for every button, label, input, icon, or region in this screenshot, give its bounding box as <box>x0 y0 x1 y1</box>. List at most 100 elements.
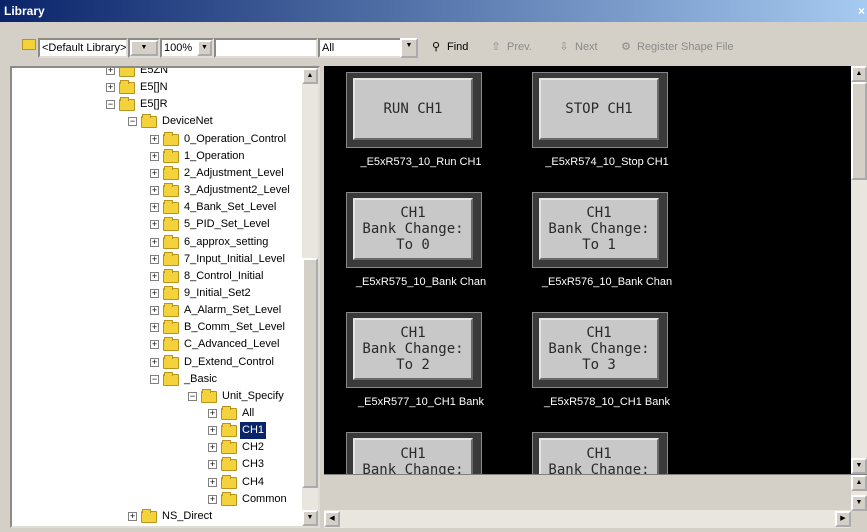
shape-caption: _E5xR575_10_Bank Chan <box>355 276 487 288</box>
tree-scroll-thumb[interactable] <box>302 258 318 488</box>
tree-node-label: 7_Input_Initial_Level <box>184 252 285 265</box>
expand-icon[interactable]: + <box>208 494 217 504</box>
details-vertical-scrollbar[interactable]: ▲ ▼ <box>851 475 867 511</box>
shape-preview-pane: RUN CH1 _E5xR573_10_Run CH1 STOP CH1 _E5xR5… <box>324 66 867 474</box>
folder-icon <box>221 474 237 489</box>
collapse-icon[interactable]: − <box>128 117 137 127</box>
shape-button-preview[interactable]: CH1 Bank Change: To 3 <box>539 318 659 380</box>
shape-button-preview[interactable]: CH1 Bank Change: <box>539 438 659 474</box>
expand-icon[interactable]: + <box>150 134 159 144</box>
shape-caption: _E5xR574_10_Stop CH1 <box>545 156 669 168</box>
shape-button-preview[interactable]: RUN CH1 <box>353 78 473 140</box>
register-icon: ⚙ <box>621 41 631 53</box>
chevron-down-icon: ▼ <box>400 38 418 58</box>
folder-icon <box>163 337 179 352</box>
shape-button-preview[interactable]: CH1 Bank Change: <box>353 438 473 474</box>
folder-icon <box>163 285 179 300</box>
preview-scroll-thumb[interactable] <box>851 82 867 180</box>
shape-button-preview[interactable]: CH1 Bank Change: To 1 <box>539 198 659 260</box>
collapse-icon[interactable]: − <box>150 374 159 384</box>
scroll-down-icon[interactable]: ▼ <box>302 510 318 526</box>
tree-node-label: E5ZN <box>140 66 169 76</box>
tree-node-label: CH4 <box>242 475 265 488</box>
library-tree[interactable]: + E5ZN + E5[]N − E5[]R − DeviceNet +0_Operation_… <box>10 66 320 528</box>
expand-icon[interactable]: + <box>208 477 217 487</box>
register-shape-file-button[interactable]: ⚙ Register Shape File <box>618 38 734 56</box>
tree-node-label: 1_Operation <box>184 149 245 162</box>
zoom-select[interactable]: 100% ▼ <box>160 38 214 58</box>
tree-vertical-scrollbar[interactable]: ▲ ▼ <box>302 68 318 526</box>
expand-icon[interactable]: + <box>150 220 159 230</box>
expand-icon[interactable]: + <box>150 340 159 350</box>
shape-button-preview[interactable]: STOP CH1 <box>539 78 659 140</box>
scroll-left-icon[interactable]: ◀ <box>324 511 340 527</box>
folder-icon <box>119 97 135 112</box>
scroll-up-icon[interactable]: ▲ <box>851 66 867 82</box>
expand-icon[interactable]: + <box>150 288 159 298</box>
library-dropdown-button[interactable]: ▼ <box>128 38 160 58</box>
tree-node-label: 6_approx_setting <box>184 235 269 248</box>
shape-button-preview[interactable]: CH1 Bank Change: To 0 <box>353 198 473 260</box>
expand-icon[interactable]: + <box>150 254 159 264</box>
tree-node-label: E5[]R <box>140 98 168 111</box>
library-window: Library × <Default Library> ▼ 100% ▼ All… <box>0 0 867 532</box>
expand-icon[interactable]: + <box>150 151 159 161</box>
shape-caption: _E5xR576_10_Bank Chan <box>541 276 673 288</box>
folder-icon <box>141 114 157 129</box>
zoom-select-value: 100% <box>164 42 193 54</box>
next-button[interactable]: ⇩ Next <box>556 38 597 56</box>
scroll-right-icon[interactable]: ▶ <box>835 511 851 527</box>
expand-icon[interactable]: + <box>208 443 217 453</box>
expand-icon[interactable]: + <box>150 237 159 247</box>
expand-icon[interactable]: + <box>150 357 159 367</box>
folder-icon <box>221 457 237 472</box>
scroll-up-icon[interactable]: ▲ <box>851 475 867 491</box>
expand-icon[interactable]: + <box>128 511 137 521</box>
chevron-down-icon: ▼ <box>197 40 212 56</box>
expand-icon[interactable]: + <box>208 460 217 470</box>
tree-node-label: CH2 <box>242 441 265 454</box>
expand-icon[interactable]: + <box>150 323 159 333</box>
folder-icon <box>163 268 179 283</box>
prev-label: Prev. <box>507 41 532 53</box>
tree-node-label: 2_Adjustment_Level <box>184 166 284 179</box>
preview-vertical-scrollbar[interactable]: ▲ ▼ <box>851 66 867 474</box>
collapse-icon[interactable]: − <box>106 100 115 110</box>
scroll-down-icon[interactable]: ▼ <box>851 495 867 511</box>
prev-button[interactable]: ⇧ Prev. <box>488 38 532 56</box>
folder-icon <box>163 320 179 335</box>
expand-icon[interactable]: + <box>150 186 159 196</box>
folder-icon <box>221 423 237 438</box>
expand-icon[interactable]: + <box>150 271 159 281</box>
open-folder-icon[interactable] <box>22 39 36 50</box>
folder-icon <box>163 148 179 163</box>
expand-icon[interactable]: + <box>208 409 217 418</box>
expand-icon[interactable]: + <box>208 426 217 436</box>
scroll-up-icon[interactable]: ▲ <box>302 68 318 84</box>
folder-icon <box>119 68 135 77</box>
library-select[interactable]: <Default Library> <box>38 38 128 58</box>
find-button[interactable]: ⚲ Find <box>428 38 468 56</box>
close-icon[interactable]: × <box>858 0 865 22</box>
shape-caption: _E5xR573_10_Run CH1 <box>360 156 482 168</box>
expand-icon[interactable]: + <box>106 83 115 93</box>
expand-icon[interactable]: + <box>150 306 159 316</box>
find-label: Find <box>447 41 469 53</box>
filter-dropdown-button[interactable]: ▼ <box>400 38 418 58</box>
tree-node-label: _Basic <box>184 372 218 385</box>
tree-node-label: Common <box>242 492 287 505</box>
expand-icon[interactable]: + <box>150 168 159 178</box>
shape-caption: _E5xR578_10_CH1 Bank <box>544 396 670 408</box>
expand-icon[interactable]: + <box>106 68 115 75</box>
tree-node-label: 0_Operation_Control <box>184 132 287 145</box>
search-input[interactable] <box>214 38 318 58</box>
folder-icon <box>163 251 179 266</box>
scroll-down-icon[interactable]: ▼ <box>851 458 867 474</box>
folder-icon <box>163 200 179 215</box>
library-select-value: <Default Library> <box>42 42 127 54</box>
expand-icon[interactable]: + <box>150 203 159 213</box>
preview-horizontal-scrollbar[interactable]: ◀ ▶ <box>324 510 851 528</box>
collapse-icon[interactable]: − <box>188 391 197 401</box>
shape-button-preview[interactable]: CH1 Bank Change: To 2 <box>353 318 473 380</box>
tree-node-label: A_Alarm_Set_Level <box>184 304 282 317</box>
